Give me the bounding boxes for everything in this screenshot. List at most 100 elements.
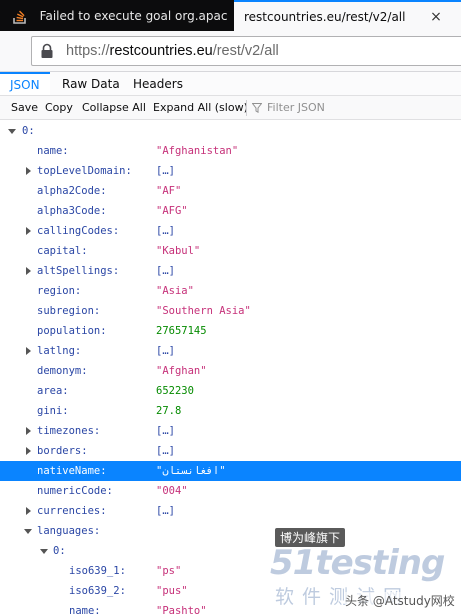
collapsed-toggle-icon[interactable] [26,507,31,515]
tree-value: "Afghanistan" [156,145,239,157]
tree-value: "pus" [156,585,188,597]
tree-value: 27.8 [156,405,182,417]
tree-row[interactable]: iso639_2: "pus" [0,581,461,601]
toolbar-divider [246,100,247,116]
lock-icon[interactable] [40,42,56,60]
save-button[interactable]: Save [11,96,38,120]
tab-title: restcountries.eu/rest/v2/all [244,9,406,24]
navigation-bar: https://restcountries.eu/rest/v2/all [0,31,461,72]
tab-headers[interactable]: Headers [133,72,183,95]
tab-json[interactable]: JSON [0,72,50,95]
tree-value: […] [156,445,175,457]
expand-toggle-icon[interactable] [24,529,32,534]
json-toolbar: Save Copy Collapse All Expand All (slow)… [0,96,461,120]
tree-key: capital: [37,245,88,257]
tab-title: Failed to execute goal org.apac [39,8,228,23]
tree-key: alpha3Code: [37,205,107,217]
tree-value: […] [156,265,175,277]
tree-key: iso639_1: [69,565,126,577]
tree-row[interactable]: altSpellings: […] [0,261,461,281]
json-viewer-tabs: JSON Raw Data Headers [0,72,461,96]
tree-row[interactable]: area: 652230 [0,381,461,401]
tree-value: […] [156,225,175,237]
expand-toggle-icon[interactable] [8,129,16,134]
tree-value: "Pashto" [156,605,207,616]
expand-toggle-icon[interactable] [40,549,48,554]
collapse-all-button[interactable]: Collapse All [82,96,146,120]
tree-key: nativeName: [37,465,107,477]
tree-value: "AFG" [156,205,188,217]
tree-key: demonym: [37,365,88,377]
url-bar[interactable]: https://restcountries.eu/rest/v2/all [31,36,461,66]
tree-row[interactable]: nativeName: "افغانستان" [0,461,461,481]
tree-value: "004" [156,485,188,497]
tree-key: subregion: [37,305,101,317]
tree-key: currencies: [37,505,107,517]
tree-value: "ps" [156,565,182,577]
tree-key: iso639_2: [69,585,126,597]
tree-row[interactable]: subregion: "Southern Asia" [0,301,461,321]
tree-row[interactable]: latlng: […] [0,341,461,361]
tree-key: numericCode: [37,485,113,497]
url-path: /rest/v2/all [212,43,279,59]
tree-row-root[interactable]: 0: [0,121,461,141]
tree-key: alpha2Code: [37,185,107,197]
tree-row[interactable]: timezones: […] [0,421,461,441]
filter-json-input[interactable]: Filter JSON [252,96,325,120]
url-text: https://restcountries.eu/rest/v2/all [66,43,279,59]
tree-key: 0: [53,545,66,557]
tree-value: 652230 [156,385,194,397]
copy-button[interactable]: Copy [45,96,73,120]
tree-row[interactable]: languages: [0,521,461,541]
tree-row[interactable]: currencies: […] [0,501,461,521]
tree-row[interactable]: alpha2Code: "AF" [0,181,461,201]
tree-value: "افغانستان" [156,465,226,477]
tab-raw-data[interactable]: Raw Data [62,72,120,95]
collapsed-toggle-icon[interactable] [26,227,31,235]
tree-key: gini: [37,405,69,417]
tab-failed-goal[interactable]: Failed to execute goal org.apac [0,0,234,31]
collapsed-toggle-icon[interactable] [26,267,31,275]
tree-value: 27657145 [156,325,207,337]
url-host: restcountries.eu [109,43,213,59]
tree-key: latlng: [37,345,82,357]
collapsed-toggle-icon[interactable] [26,447,31,455]
expand-all-button[interactable]: Expand All (slow) [153,96,248,120]
json-tree: 0: name: "Afghanistan" topLevelDomain: […] a… [0,120,461,616]
tree-row[interactable]: iso639_1: "ps" [0,561,461,581]
tree-row[interactable]: gini: 27.8 [0,401,461,421]
tree-row[interactable]: region: "Asia" [0,281,461,301]
tree-row[interactable]: borders: […] [0,441,461,461]
tree-value: "Kabul" [156,245,201,257]
tree-row[interactable]: topLevelDomain: […] [0,161,461,181]
tree-key: topLevelDomain: [37,165,132,177]
tree-row[interactable]: numericCode: "004" [0,481,461,501]
tree-row[interactable]: callingCodes: […] [0,221,461,241]
tree-value: "Afghan" [156,365,207,377]
tree-key: languages: [37,525,101,537]
tree-row-languages-0[interactable]: 0: [0,541,461,561]
tree-row[interactable]: name: "Pashto" [0,601,461,616]
tree-row[interactable]: name: "Afghanistan" [0,141,461,161]
tab-restcountries[interactable]: restcountries.eu/rest/v2/all × [234,0,461,31]
collapsed-toggle-icon[interactable] [26,347,31,355]
collapsed-toggle-icon[interactable] [26,167,31,175]
tree-key: borders: [37,445,88,457]
tab-strip: Failed to execute goal org.apac restcoun… [0,0,461,31]
collapsed-toggle-icon[interactable] [26,427,31,435]
tree-value: "AF" [156,185,182,197]
tree-key: timezones: [37,425,101,437]
tree-row[interactable]: population: 27657145 [0,321,461,341]
tree-row[interactable]: capital: "Kabul" [0,241,461,261]
tree-value: "Asia" [156,285,194,297]
tree-value: […] [156,425,175,437]
url-scheme: https:// [66,43,110,59]
tree-key: area: [37,385,69,397]
close-icon[interactable]: × [428,9,444,25]
filter-icon [252,103,262,113]
tree-row[interactable]: alpha3Code: "AFG" [0,201,461,221]
tree-row[interactable]: demonym: "Afghan" [0,361,461,381]
tree-key: 0: [22,125,35,137]
tree-value: […] [156,345,175,357]
tree-value: […] [156,505,175,517]
